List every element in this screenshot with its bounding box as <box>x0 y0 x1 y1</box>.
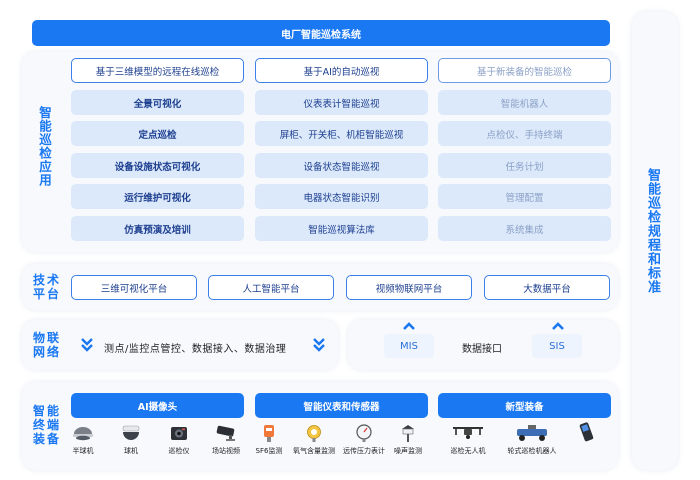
application-label: 智能巡检应用 <box>37 106 52 187</box>
app-item: 仪表表计智能巡视 <box>255 90 428 115</box>
device-item: 半球机 <box>66 424 100 456</box>
app-item: 系统集成 <box>438 216 611 241</box>
pressure-gauge-icon <box>352 424 376 442</box>
app-item: 点检仪、手持终端 <box>438 121 611 146</box>
app-column-head: 基于AI的自动巡视 <box>255 58 428 83</box>
double-chevron-down-icon <box>312 337 326 357</box>
tech-platform-item: 大数据平台 <box>484 275 610 300</box>
standards-label: 智能巡检规程和标准 <box>645 168 660 294</box>
system-title: 电厂智能巡检系统 <box>32 20 610 46</box>
device-item: 轮式巡检机器人 <box>502 424 562 456</box>
app-item: 任务计划 <box>438 153 611 178</box>
app-item: 设备状态智能巡视 <box>255 153 428 178</box>
app-item: 电器状态智能识别 <box>255 184 428 209</box>
device-item: 巡检无人机 <box>446 424 490 456</box>
device-item <box>570 422 600 446</box>
app-item: 屏柜、开关柜、机柜智能巡视 <box>255 121 428 146</box>
chevron-up-icon <box>551 316 565 335</box>
sis-box: SIS <box>532 334 582 358</box>
data-interface-text: 数据接口 <box>462 344 502 355</box>
app-item: 运行维护可视化 <box>71 184 244 209</box>
dome-camera-icon <box>71 424 95 442</box>
app-item: 智能巡视算法库 <box>255 216 428 241</box>
oxygen-sensor-icon <box>302 424 326 442</box>
terminal-group-header: AI摄像头 <box>71 393 244 418</box>
app-column-head: 基于三维模型的远程在线巡检 <box>71 58 244 83</box>
device-item: 巡检仪 <box>162 424 196 456</box>
app-column-head: 基于新装备的智能巡检 <box>438 58 611 83</box>
app-item: 仿真预演及培训 <box>71 216 244 241</box>
double-chevron-down-icon <box>80 337 94 357</box>
app-item: 智能机器人 <box>438 90 611 115</box>
app-item: 管理配置 <box>438 184 611 209</box>
tech-platform-item: 视频物联网平台 <box>346 275 472 300</box>
device-item: 氧气含量监测 <box>290 424 338 456</box>
tech-platform-label: 技术平台 <box>32 273 61 301</box>
wheeled-robot-icon <box>514 424 550 442</box>
ptz-camera-icon <box>119 424 143 442</box>
device-item: 球机 <box>114 424 148 456</box>
tech-platform-item: 人工智能平台 <box>208 275 334 300</box>
sf6-sensor-icon <box>257 424 281 442</box>
device-item: 场站视频 <box>208 424 244 456</box>
bullet-camera-icon <box>214 424 238 442</box>
terminal-label: 智能终端装备 <box>32 404 61 446</box>
device-item: SF6监测 <box>250 424 288 456</box>
device-item: 噪声监测 <box>390 424 426 456</box>
drone-icon <box>451 424 485 442</box>
iot-label: 物联网络 <box>32 331 61 359</box>
chevron-up-icon <box>402 316 416 335</box>
inspection-device-icon <box>167 424 191 442</box>
noise-monitor-icon <box>396 424 420 442</box>
mis-box: MIS <box>384 334 434 358</box>
tech-platform-item: 三维可视化平台 <box>71 275 197 300</box>
terminal-group-header: 新型装备 <box>438 393 611 418</box>
handheld-terminal-icon <box>573 422 597 442</box>
terminal-group-header: 智能仪表和传感器 <box>255 393 428 418</box>
app-item: 定点巡检 <box>71 121 244 146</box>
app-item: 设备设施状态可视化 <box>71 153 244 178</box>
iot-data-governance-text: 测点/监控点管控、数据接入、数据治理 <box>104 344 287 355</box>
device-item: 远传压力表计 <box>340 424 388 456</box>
app-item: 全景可视化 <box>71 90 244 115</box>
